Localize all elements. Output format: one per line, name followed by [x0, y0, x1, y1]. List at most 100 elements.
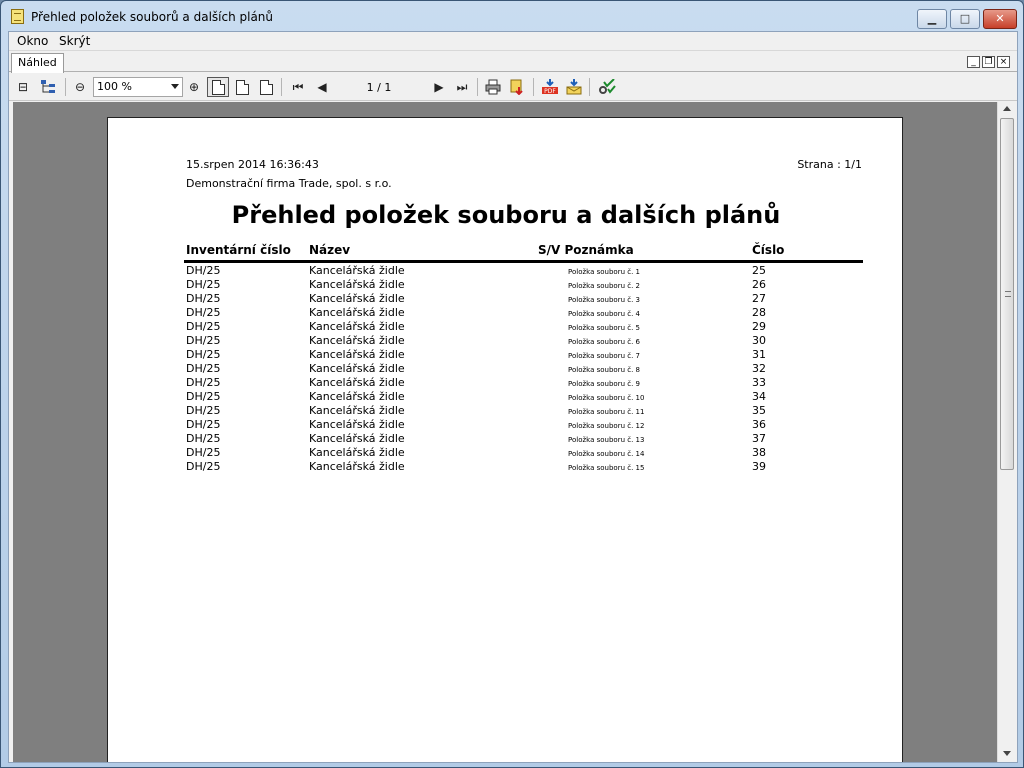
first-page-icon[interactable]: ⏮	[288, 77, 308, 97]
name-cell: Kancelářská židle	[309, 404, 405, 417]
print-icon[interactable]	[483, 77, 503, 97]
number-cell: 33	[752, 376, 766, 389]
inventory-cell: DH/25	[186, 376, 221, 389]
inventory-cell: DH/25	[186, 334, 221, 347]
collapse-icon[interactable]: ⊟	[13, 77, 33, 97]
previous-page-icon[interactable]: ◀	[312, 77, 332, 97]
table-row: DH/25 Kancelářská židle Položka souboru č.…	[108, 432, 904, 446]
column-header-number: Číslo	[752, 243, 785, 257]
scroll-thumb[interactable]	[1000, 118, 1014, 470]
name-cell: Kancelářská židle	[309, 446, 405, 459]
table-row: DH/25 Kancelářská židle Položka souboru č.…	[108, 390, 904, 404]
name-cell: Kancelářská židle	[309, 264, 405, 277]
inventory-cell: DH/25	[186, 362, 221, 375]
title-bar[interactable]: Přehled položek souborů a dalších plánů …	[1, 1, 1023, 31]
chevron-down-icon	[171, 84, 179, 89]
tree-view-icon[interactable]	[38, 77, 58, 97]
column-header-name: Název	[309, 243, 351, 257]
preview-area[interactable]: 15.srpen 2014 16:36:43 Strana : 1/1 Demo…	[13, 102, 1001, 762]
table-row: DH/25 Kancelářská židle Položka souboru č.…	[108, 418, 904, 432]
report-icon	[11, 9, 24, 24]
mdi-close-button[interactable]: ×	[997, 56, 1010, 68]
close-button[interactable]: ✕	[983, 9, 1017, 29]
client-area: Okno Skrýt Náhled _ ❐ × ⊟ ⊖ 100 % ⊕ ⏮ ◀ …	[8, 31, 1018, 763]
number-cell: 25	[752, 264, 766, 277]
mdi-minimize-button[interactable]: _	[967, 56, 980, 68]
table-row: DH/25 Kancelářská židle Položka souboru č.…	[108, 460, 904, 474]
scroll-down-icon[interactable]	[1003, 751, 1011, 756]
table-row: DH/25 Kancelářská židle Položka souboru č.…	[108, 306, 904, 320]
single-page-icon[interactable]	[207, 77, 229, 97]
note-cell: Položka souboru č. 3	[568, 296, 640, 304]
number-cell: 28	[752, 306, 766, 319]
mdi-restore-button[interactable]: ❐	[982, 56, 995, 68]
number-cell: 37	[752, 432, 766, 445]
name-cell: Kancelářská židle	[309, 432, 405, 445]
number-cell: 31	[752, 348, 766, 361]
page-indicator[interactable]: 1 / 1	[339, 81, 419, 94]
maximize-button[interactable]: □	[950, 9, 980, 29]
name-cell: Kancelářská židle	[309, 348, 405, 361]
inventory-cell: DH/25	[186, 432, 221, 445]
vertical-scrollbar[interactable]	[997, 102, 1015, 762]
report-table: DH/25 Kancelářská židle Položka souboru č.…	[108, 264, 904, 474]
note-cell: Položka souboru č. 4	[568, 310, 640, 318]
table-row: DH/25 Kancelářská židle Položka souboru č.…	[108, 446, 904, 460]
name-cell: Kancelářská židle	[309, 362, 405, 375]
number-cell: 38	[752, 446, 766, 459]
inventory-cell: DH/25	[186, 460, 221, 473]
number-cell: 34	[752, 390, 766, 403]
note-cell: Položka souboru č. 6	[568, 338, 640, 346]
email-icon[interactable]	[564, 77, 584, 97]
report-title: Přehled položek souboru a dalších plánů	[231, 201, 781, 229]
name-cell: Kancelářská židle	[309, 390, 405, 403]
column-header-inventory-number: Inventární číslo	[186, 243, 291, 257]
table-row: DH/25 Kancelářská židle Položka souboru č.…	[108, 348, 904, 362]
table-row: DH/25 Kancelářská židle Položka souboru č.…	[108, 264, 904, 278]
name-cell: Kancelářská židle	[309, 460, 405, 473]
note-cell: Položka souboru č. 13	[568, 436, 645, 444]
inventory-cell: DH/25	[186, 320, 221, 333]
export-icon[interactable]	[507, 77, 527, 97]
inventory-cell: DH/25	[186, 306, 221, 319]
last-page-icon[interactable]: ⏭	[452, 77, 472, 97]
zoom-select[interactable]: 100 %	[93, 77, 183, 97]
settings-check-icon[interactable]	[597, 77, 617, 97]
inventory-cell: DH/25	[186, 292, 221, 305]
note-cell: Položka souboru č. 11	[568, 408, 645, 416]
menu-skryt[interactable]: Skrýt	[59, 34, 90, 48]
number-cell: 29	[752, 320, 766, 333]
note-cell: Položka souboru č. 10	[568, 394, 645, 402]
next-page-icon[interactable]: ▶	[429, 77, 449, 97]
minimize-button[interactable]: ▁	[917, 9, 947, 29]
tab-strip: Náhled _ ❐ ×	[9, 52, 1017, 73]
zoom-out-icon[interactable]: ⊖	[70, 77, 90, 97]
pdf-export-icon[interactable]: PDF	[540, 77, 560, 97]
report-page: 15.srpen 2014 16:36:43 Strana : 1/1 Demo…	[107, 117, 903, 762]
inventory-cell: DH/25	[186, 348, 221, 361]
table-row: DH/25 Kancelářská židle Položka souboru č.…	[108, 278, 904, 292]
zoom-in-icon[interactable]: ⊕	[184, 77, 204, 97]
number-cell: 27	[752, 292, 766, 305]
table-row: DH/25 Kancelářská židle Položka souboru č.…	[108, 292, 904, 306]
scroll-up-icon[interactable]	[1003, 106, 1011, 111]
table-row: DH/25 Kancelářská židle Položka souboru č.…	[108, 362, 904, 376]
inventory-cell: DH/25	[186, 404, 221, 417]
name-cell: Kancelářská židle	[309, 292, 405, 305]
name-cell: Kancelářská židle	[309, 306, 405, 319]
note-cell: Položka souboru č. 14	[568, 450, 645, 458]
whole-page-icon[interactable]	[256, 77, 276, 97]
note-cell: Položka souboru č. 12	[568, 422, 645, 430]
zoom-value: 100 %	[97, 80, 132, 93]
svg-text:PDF: PDF	[544, 88, 556, 95]
inventory-cell: DH/25	[186, 446, 221, 459]
number-cell: 36	[752, 418, 766, 431]
window-title: Přehled položek souborů a dalších plánů	[31, 10, 274, 24]
menu-okno[interactable]: Okno	[17, 34, 48, 48]
page-width-icon[interactable]	[232, 77, 252, 97]
column-header-note: S/V Poznámka	[538, 243, 634, 257]
tab-nahled[interactable]: Náhled	[11, 53, 64, 73]
table-row: DH/25 Kancelářská židle Položka souboru č.…	[108, 334, 904, 348]
table-row: DH/25 Kancelářská židle Položka souboru č.…	[108, 376, 904, 390]
preview-toolbar: ⊟ ⊖ 100 % ⊕ ⏮ ◀ 1 / 1 ▶ ⏭ PDF	[9, 73, 1017, 101]
